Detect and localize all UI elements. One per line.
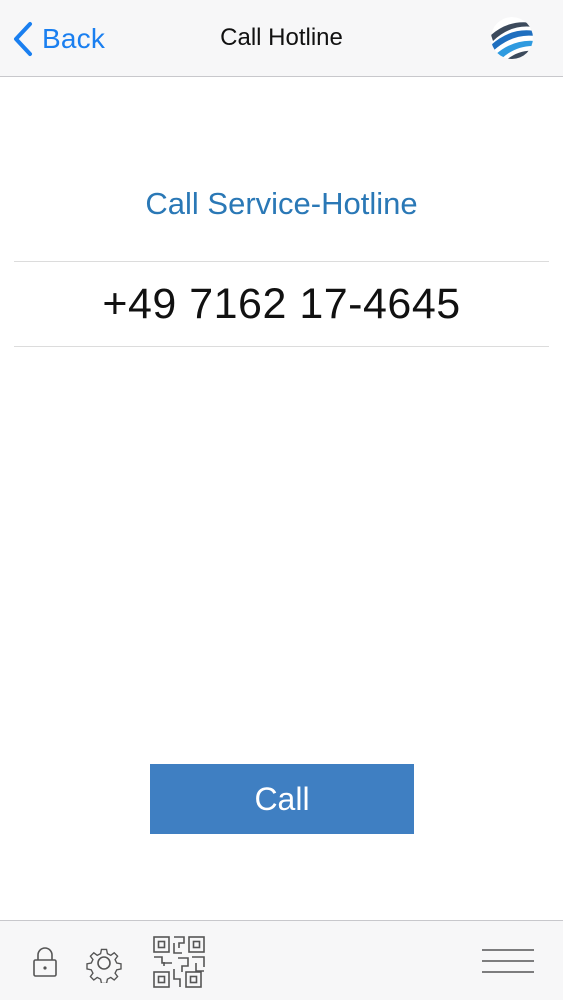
settings-button[interactable] [84, 943, 124, 983]
page-title: Call Hotline [220, 24, 343, 51]
divider-top [14, 261, 549, 262]
call-hotline-screen: Back Call Hotline Call Service-Hotline +… [0, 0, 563, 1000]
divider-bottom [14, 346, 549, 347]
phone-number[interactable]: +49 7162 17-4645 [0, 280, 563, 329]
gear-icon [86, 948, 122, 983]
call-button[interactable]: Call [150, 764, 414, 834]
bottom-toolbar [0, 920, 563, 1000]
menu-icon [482, 949, 534, 973]
lock-icon [33, 947, 57, 977]
brand-logo-icon [491, 17, 533, 59]
menu-button[interactable] [480, 947, 536, 975]
navigation-bar: Back Call Hotline [0, 0, 563, 77]
hotline-heading: Call Service-Hotline [145, 186, 418, 221]
qr-code-icon [153, 936, 205, 988]
qr-scan-button[interactable] [152, 935, 206, 989]
lock-button[interactable] [30, 945, 60, 979]
